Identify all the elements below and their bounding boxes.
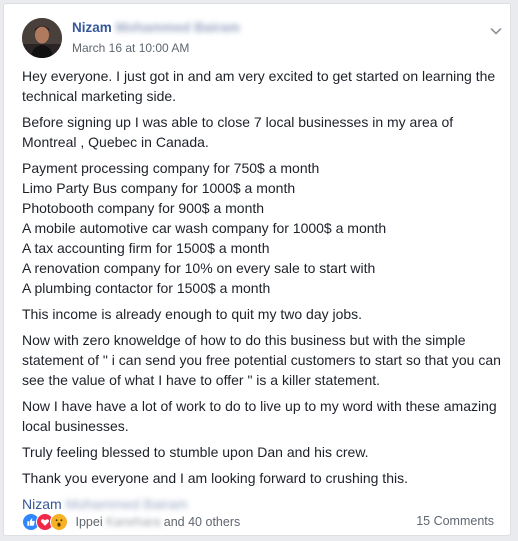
post-paragraph: Now I have have a lot of work to do to l… [22, 396, 506, 436]
post-text-line: Now with zero knoweldge of how to do thi… [22, 332, 501, 388]
author-first-name[interactable]: Nizam [72, 20, 112, 35]
post-timestamp[interactable]: March 16 at 10:00 AM [72, 41, 189, 55]
post-paragraph: Now with zero knoweldge of how to do thi… [22, 330, 506, 390]
post-header: Nizam Mohammed Bairam March 16 at 10:00 … [16, 14, 502, 60]
author-name[interactable]: Nizam Mohammed Bairam [72, 20, 240, 35]
post-text-line: Before signing up I was able to close 7 … [22, 114, 454, 150]
reactors-text[interactable]: Ippei Kanehara and 40 others [75, 515, 240, 529]
reactor-first-name: Ippei [75, 515, 103, 529]
chevron-down-icon[interactable] [489, 24, 503, 38]
reactions-summary[interactable]: Ippei Kanehara and 40 others [22, 513, 240, 531]
avatar[interactable] [22, 18, 62, 58]
post-paragraph: Hey everyone. I just got in and am very … [22, 66, 506, 106]
post-paragraph: This income is already enough to quit my… [22, 304, 506, 324]
post-paragraph: Truly feeling blessed to stumble upon Da… [22, 442, 506, 462]
reactor-name-obscured: Kanehara [106, 515, 161, 529]
post-paragraph: Thank you everyone and I am looking forw… [22, 468, 506, 488]
post-paragraphs: Hey everyone. I just got in and am very … [22, 66, 506, 488]
wow-icon [50, 513, 68, 531]
post-card: Nizam Mohammed Bairam March 16 at 10:00 … [3, 3, 511, 536]
reactor-suffix: and 40 others [163, 515, 241, 529]
avatar-image [22, 18, 62, 58]
post-text-line: A plumbing contactor for 1500$ a month [22, 280, 271, 296]
post-text-line: Photobooth company for 900$ a month [22, 200, 265, 216]
post-text-line: Truly feeling blessed to stumble upon Da… [22, 444, 369, 460]
post-text-line: Hey everyone. I just got in and am very … [22, 68, 496, 104]
post-text-line: Limo Party Bus company for 1000$ a month [22, 180, 296, 196]
author-name-obscured: Mohammed Bairam [115, 20, 241, 35]
post-text-line: Now I have have a lot of work to do to l… [22, 398, 497, 434]
post-footer: Ippei Kanehara and 40 others 15 Comments [16, 510, 500, 534]
post-text-line: A renovation company for 10% on every sa… [22, 260, 376, 276]
post-text-line: A tax accounting firm for 1500$ a month [22, 240, 270, 256]
comments-count-link[interactable]: 15 Comments [416, 514, 494, 528]
post-paragraph: Payment processing company for 750$ a mo… [22, 158, 506, 298]
post-paragraph: Before signing up I was able to close 7 … [22, 112, 506, 152]
post-text-line: Thank you everyone and I am looking forw… [22, 470, 408, 486]
post-text-line: This income is already enough to quit my… [22, 306, 363, 322]
post-text-line: A mobile automotive car wash company for… [22, 220, 387, 236]
post-text-line: Payment processing company for 750$ a mo… [22, 160, 320, 176]
post-body: Hey everyone. I just got in and am very … [22, 66, 506, 514]
